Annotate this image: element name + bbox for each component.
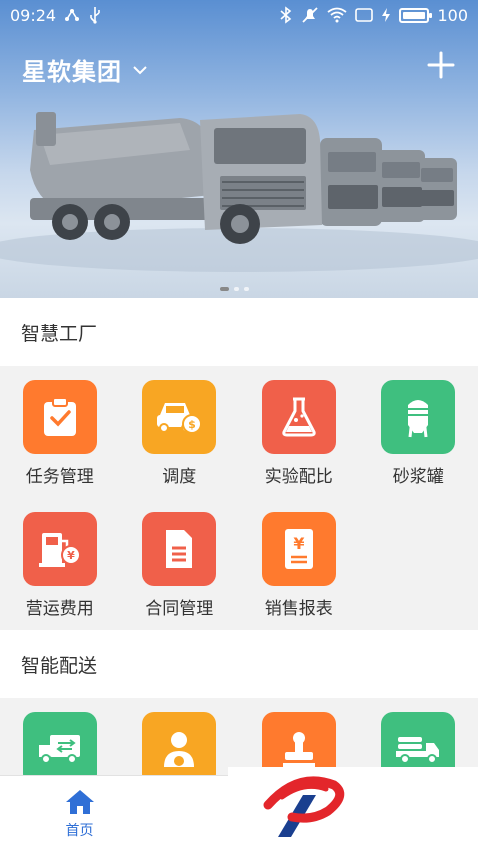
sales-report-icon: ¥	[284, 529, 313, 569]
wifi-icon	[327, 7, 348, 23]
tile-label: 砂浆罐	[392, 467, 444, 487]
document-icon	[166, 530, 193, 568]
tile	[22, 380, 97, 454]
tile: ¥	[22, 512, 97, 586]
tab-home[interactable]: 首页	[0, 776, 159, 850]
tile-label: 销售报表	[264, 599, 333, 619]
operating-expenses-button[interactable]: ¥ 营运费用	[0, 512, 120, 619]
brand-logo-icon	[263, 776, 345, 837]
section-title: 智慧工厂	[21, 322, 98, 345]
home-icon	[65, 790, 94, 814]
contract-management-button[interactable]: 合同管理	[120, 512, 240, 619]
tile-label: 调度	[162, 467, 197, 487]
screen-cast-icon	[355, 8, 374, 22]
tile-label: 实验配比	[264, 467, 333, 487]
bluetooth-icon	[280, 6, 292, 24]
svg-text:$: $	[188, 418, 196, 431]
tile-label: 任务管理	[25, 467, 94, 487]
tile-label: 营运费用	[25, 599, 94, 619]
carousel-dot	[244, 287, 249, 291]
share-icon	[65, 9, 80, 21]
status-bar: 09:24 100	[0, 0, 478, 30]
flask-icon	[282, 397, 316, 437]
tile	[142, 512, 217, 586]
tile: $	[142, 380, 217, 454]
silo-icon	[408, 400, 429, 438]
svg-text:¥: ¥	[293, 534, 304, 553]
section-title: 智能配送	[21, 654, 98, 677]
logo-watermark	[228, 767, 478, 850]
mortar-tank-button[interactable]: 砂浆罐	[359, 380, 478, 487]
truck-dispatch-icon: $	[157, 403, 203, 434]
company-selector[interactable]: 星软集团	[22, 52, 148, 87]
stamp-icon	[282, 732, 315, 767]
battery-icon	[399, 7, 433, 23]
status-time: 09:24	[10, 5, 57, 25]
tile: ¥	[261, 512, 336, 586]
chevron-down-icon	[133, 65, 147, 74]
flatbed-truck-icon	[396, 737, 440, 764]
banner-carousel[interactable]: 09:24 100 星软集团	[0, 0, 478, 298]
battery-level: 100	[437, 5, 468, 25]
mute-icon	[302, 7, 319, 23]
dispatch-button[interactable]: $ 调度	[120, 380, 240, 487]
tab-label: 首页	[65, 823, 94, 839]
task-management-button[interactable]: 任务管理	[0, 380, 120, 487]
tile	[261, 380, 336, 454]
svg-text:¥: ¥	[67, 549, 75, 562]
sales-report-button[interactable]: ¥ 销售报表	[239, 512, 359, 619]
carousel-dot	[234, 287, 239, 291]
clipboard-check-icon	[43, 397, 76, 436]
section-title-smart-factory: 智慧工厂	[0, 298, 478, 366]
tile	[381, 380, 456, 454]
carousel-dot	[220, 287, 229, 291]
company-name: 星软集团	[22, 58, 122, 86]
grid-row: 任务管理 $ 调度 实验配比 砂浆罐	[0, 380, 478, 487]
charging-icon	[382, 8, 391, 22]
usb-icon	[90, 7, 100, 24]
add-button[interactable]	[426, 50, 456, 80]
section-title-smart-delivery: 智能配送	[0, 630, 478, 698]
tile-label: 合同管理	[145, 599, 214, 619]
delivery-truck-icon	[38, 735, 80, 764]
driver-icon	[164, 732, 195, 767]
lab-mix-ratio-button[interactable]: 实验配比	[239, 380, 359, 487]
banner-image-mixer-trucks	[0, 112, 478, 272]
carousel-indicator	[220, 287, 249, 291]
grid-row: ¥ 营运费用 合同管理 ¥ 销售报表	[0, 512, 478, 619]
fuel-pump-icon: ¥	[38, 533, 81, 567]
